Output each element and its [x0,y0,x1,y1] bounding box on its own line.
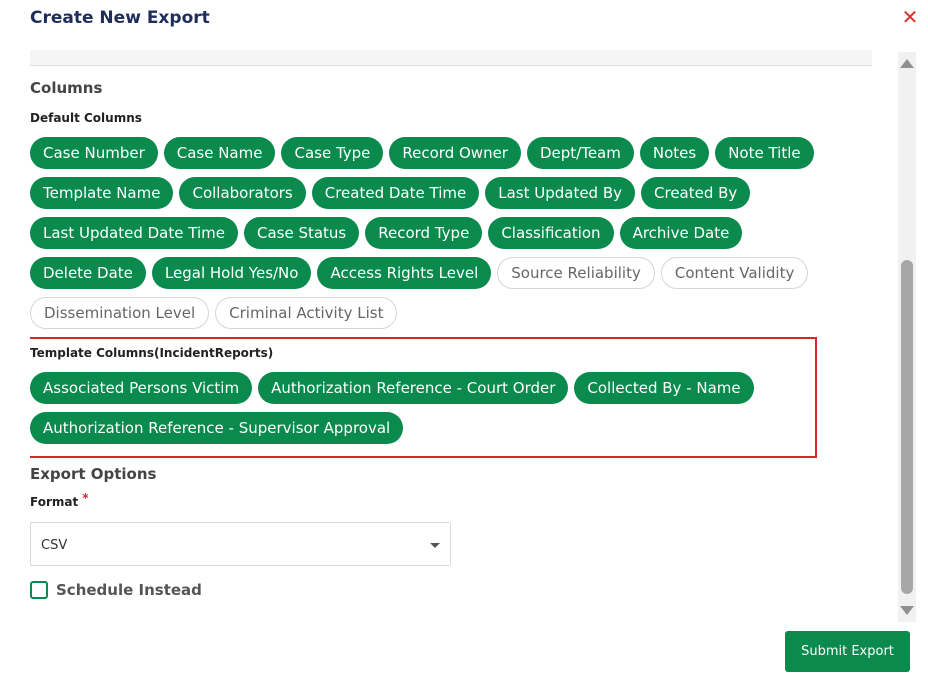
column-chip[interactable]: Access Rights Level [317,257,492,289]
format-label: Format * [30,491,89,509]
schedule-instead-label: Schedule Instead [56,581,202,599]
dialog-content: Columns Default Columns Case Number Case … [30,50,872,620]
column-chip[interactable]: Collaborators [179,177,306,209]
scrollbar-thumb[interactable] [901,260,913,594]
columns-heading: Columns [30,79,103,97]
template-columns-heading: Template Columns(IncidentReports) [30,346,274,360]
column-chip[interactable]: Template Name [30,177,174,209]
column-chip[interactable]: Record Owner [389,137,521,169]
column-chip[interactable]: Note Title [715,137,814,169]
column-chip[interactable]: Last Updated Date Time [30,217,238,249]
column-chip[interactable]: Legal Hold Yes/No [151,257,312,289]
default-columns-heading: Default Columns [30,111,142,125]
scroll-down-arrow-icon[interactable] [900,606,914,615]
required-mark: * [82,491,89,505]
schedule-instead-checkbox-row[interactable]: Schedule Instead [30,581,202,599]
column-chip[interactable]: Case Status [243,217,360,249]
column-chip[interactable]: Collected By - Name [574,372,754,404]
default-chip-row: Dissemination Level Criminal Activity Lis… [30,297,398,329]
schedule-instead-checkbox[interactable] [30,581,48,599]
default-chip-row: Delete Date Legal Hold Yes/No Access Right… [30,257,809,289]
column-chip[interactable]: Created By [641,177,751,209]
format-label-text: Format [30,495,79,509]
column-chip[interactable]: Delete Date [30,257,146,289]
column-chip[interactable]: Notes [639,137,710,169]
format-select-value: CSV [41,538,68,553]
dialog-title: Create New Export [30,8,210,28]
default-chip-row: Last Updated Date Time Case Status Record … [30,217,743,249]
column-chip[interactable]: Authorization Reference - Court Order [258,372,569,404]
submit-export-button[interactable]: Submit Export [785,631,910,672]
default-chip-row: Case Number Case Name Case Type Record Owne… [30,137,814,169]
column-chip[interactable]: Case Type [281,137,384,169]
top-divider [30,50,872,66]
export-options-heading: Export Options [30,465,157,483]
column-chip[interactable]: Dissemination Level [30,297,210,329]
column-chip[interactable]: Content Validity [660,257,809,289]
template-chip-row: Authorization Reference - Supervisor App… [30,412,404,444]
scroll-up-arrow-icon[interactable] [900,59,914,68]
column-chip[interactable]: Archive Date [619,217,743,249]
column-chip[interactable]: Classification [488,217,614,249]
caret-down-icon [430,543,440,548]
format-select[interactable]: CSV [30,522,451,566]
column-chip[interactable]: Authorization Reference - Supervisor App… [30,412,404,444]
default-chip-row: Template Name Collaborators Created Date T… [30,177,751,209]
column-chip[interactable]: Criminal Activity List [215,297,398,329]
template-chip-row: Associated Persons Victim Authorization R… [30,372,754,404]
scrollbar[interactable] [898,52,916,622]
column-chip[interactable]: Created Date Time [311,177,480,209]
column-chip[interactable]: Record Type [365,217,483,249]
column-chip[interactable]: Case Number [30,137,158,169]
column-chip[interactable]: Associated Persons Victim [30,372,253,404]
column-chip[interactable]: Last Updated By [485,177,636,209]
column-chip[interactable]: Source Reliability [497,257,655,289]
column-chip[interactable]: Dept/Team [526,137,634,169]
close-icon[interactable]: ✕ [900,6,920,28]
column-chip[interactable]: Case Name [163,137,276,169]
